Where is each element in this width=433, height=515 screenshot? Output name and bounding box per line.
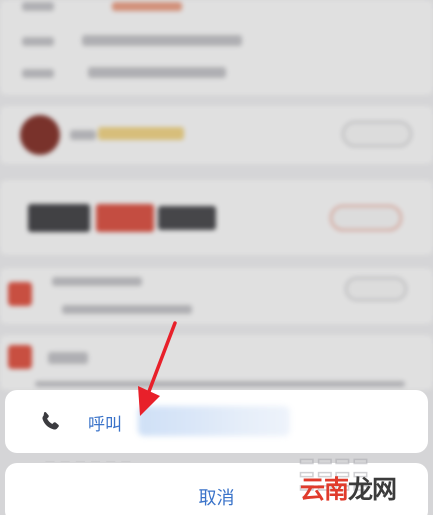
watermark-text-dark: 龙网 (348, 475, 397, 504)
red-arrow-annotation (138, 321, 177, 416)
call-label: 呼叫 (88, 415, 122, 435)
call-action-row[interactable]: 呼叫 (5, 390, 428, 453)
watermark-logo: 云南龙网 (300, 470, 397, 506)
screen: 呼叫 — — — — — — 取消 ☷☷ 云南龙网 (0, 0, 433, 515)
phone-icon (42, 412, 59, 430)
watermark-text-red: 云南 (300, 475, 349, 504)
